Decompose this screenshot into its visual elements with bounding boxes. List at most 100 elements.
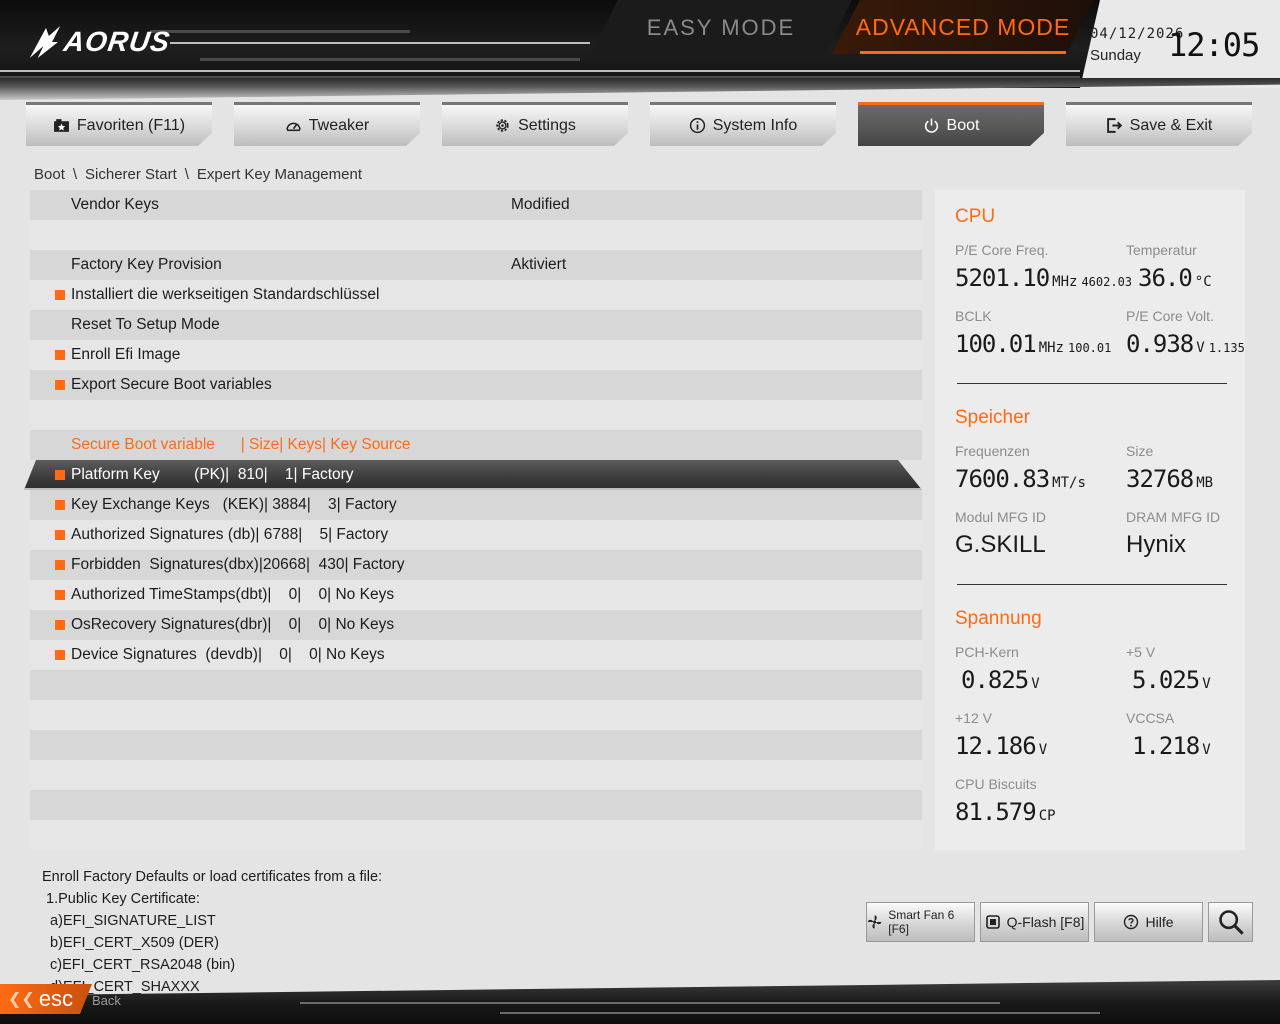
breadcrumb-item[interactable]: Sicherer Start [85,166,177,183]
setting-row[interactable]: Export Secure Boot variables [30,370,922,400]
cpu-freq-sub: 4602.03 [1081,275,1133,289]
cpu-temp-number: 36.0 [1138,264,1193,292]
brand-name: AORUS [61,26,173,57]
setting-row[interactable]: Platform Key (PK)| 810| 1| Factory [24,460,922,490]
tab-favorites[interactable]: Favoriten (F11) [26,102,212,146]
empty-row [30,400,922,430]
advanced-mode-button[interactable]: ADVANCED MODE [832,0,1094,54]
decor-streak [500,1012,1100,1014]
setting-label: Installiert die werkseitigen Standardsch… [71,286,380,303]
mem-freq-unit: MT/s [1052,475,1086,491]
setting-row[interactable]: Vendor Keys Modified [30,190,922,220]
q-flash-button[interactable]: Q-Flash [F8] [980,902,1089,942]
cpu-biscuits-unit: CP [1038,808,1056,824]
help-line: Enroll Factory Defaults or load certific… [42,869,383,885]
setting-row[interactable]: Installiert die werkseitigen Standardsch… [30,280,922,310]
setting-row[interactable]: Enroll Efi Image [30,340,922,370]
cpu-volt-unit: V [1196,340,1205,356]
setting-row[interactable]: Device Signatures (devdb)| 0| 0| No Keys [30,640,922,670]
vccsa-value: 1.218 V [1132,732,1211,760]
bclk-sub: 100.01 [1068,341,1112,355]
v12-label: +12 V [955,710,992,726]
tab-save-exit[interactable]: Save & Exit [1066,102,1252,146]
empty-row [30,730,922,760]
decor-streak [150,30,410,33]
tab-label: Settings [518,116,576,134]
chip-icon [985,915,1000,929]
empty-row [30,700,922,730]
vccsa-number: 1.218 [1132,732,1200,760]
setting-label: Enroll Efi Image [71,346,181,363]
bclk-unit: MHz [1038,340,1064,356]
exit-icon [1106,117,1123,134]
memory-section-title: Speicher [955,407,1030,428]
setting-label: Forbidden Signatures(dbx)|20668| 430| Fa… [71,556,405,573]
cpu-biscuits-number: 81.579 [955,798,1037,826]
setting-row[interactable]: Authorized TimeStamps(dbt)| 0| 0| No Key… [30,580,922,610]
v12-unit: V [1038,742,1048,758]
setting-row[interactable]: OsRecovery Signatures(dbr)| 0| 0| No Key… [30,610,922,640]
help-line: 1.Public Key Certificate: [42,891,200,907]
tab-system-info[interactable]: System Info [650,102,836,146]
esc-button[interactable]: ❮❮ esc [0,984,92,1014]
module-mfg-label: Modul MFG ID [955,509,1047,525]
tab-tweaker[interactable]: Tweaker [234,102,420,146]
setting-label: Factory Key Provision [71,256,222,273]
voltage-section-title: Spannung [955,608,1042,629]
empty-row [30,820,922,850]
submenu-bullet-icon [55,290,65,300]
gear-icon [494,117,511,134]
clock-display: 12:05 [1168,26,1260,64]
power-icon [923,117,940,134]
mem-freq-value: 7600.83 MT/s [955,465,1086,493]
help-button[interactable]: Hilfe [1094,902,1203,942]
v5-label: +5 V [1126,644,1156,660]
help-line: a)EFI_SIGNATURE_LIST [42,913,216,929]
setting-row[interactable]: Reset To Setup Mode [30,310,922,340]
chevron-left-icon: ❮❮ [8,991,35,1008]
bclk-number: 100.01 [955,330,1037,358]
aorus-logo: AORUS [27,22,173,62]
help-line: c)EFI_CERT_RSA2048 (bin) [42,957,236,973]
setting-label: OsRecovery Signatures(dbr)| 0| 0| No Key… [71,616,395,633]
bclk-value: 100.01 MHz 100.01 [955,330,1111,358]
smart-fan-button[interactable]: Smart Fan 6 [F6] [866,902,975,942]
smart-fan-label: Smart Fan 6 [F6] [888,908,955,936]
cpu-freq-value: 5201.10 MHz 4602.03 [955,264,1132,292]
submenu-bullet-icon [55,380,65,390]
setting-value[interactable]: Modified [511,196,570,214]
tab-boot[interactable]: Boot [858,102,1044,146]
empty-row [30,220,922,250]
setting-row[interactable]: Authorized Signatures (db)| 6788| 5| Fac… [30,520,922,550]
tab-settings[interactable]: Settings [442,102,628,146]
favorites-icon [53,117,70,134]
setting-row[interactable]: Key Exchange Keys (KEK)| 3884| 3| Factor… [30,490,922,520]
submenu-bullet-icon [55,350,65,360]
search-button[interactable] [1208,902,1253,942]
setting-row[interactable]: Factory Key Provision Aktiviert [30,250,922,280]
setting-label: Authorized Signatures (db)| 6788| 5| Fac… [71,526,389,543]
easy-mode-button[interactable]: EASY MODE [590,0,852,56]
cpu-temp-unit: °C [1194,274,1212,290]
breadcrumb-item[interactable]: Boot [34,166,65,183]
submenu-bullet-icon [55,560,65,570]
v12-value: 12.186 V [955,732,1047,760]
decor-streak [200,58,580,61]
q-flash-label: Q-Flash [F8] [1006,914,1085,930]
help-icon [1124,914,1139,930]
setting-label: Authorized TimeStamps(dbt)| 0| 0| No Key… [71,586,395,603]
cpu-biscuits-label: CPU Biscuits [955,776,1037,792]
dram-mfg-value: Hynix [1126,531,1187,558]
vccsa-label: VCCSA [1126,710,1175,726]
decor-streak [0,70,1080,72]
submenu-bullet-icon [55,470,65,480]
cpu-volt-sub: 1.135 [1208,341,1245,355]
setting-row[interactable]: Forbidden Signatures(dbx)|20668| 430| Fa… [30,550,922,580]
cpu-temp-label: Temperatur [1126,242,1197,258]
tab-label: Save & Exit [1129,116,1213,134]
hardware-monitor-panel: CPU P/E Core Freq. Temperatur 5201.10 MHz… [935,190,1245,850]
section-divider [957,383,1227,384]
setting-value[interactable]: Aktiviert [511,256,566,274]
setting-label: Device Signatures (devdb)| 0| 0| No Keys [71,646,385,663]
bclk-label: BCLK [955,308,992,324]
